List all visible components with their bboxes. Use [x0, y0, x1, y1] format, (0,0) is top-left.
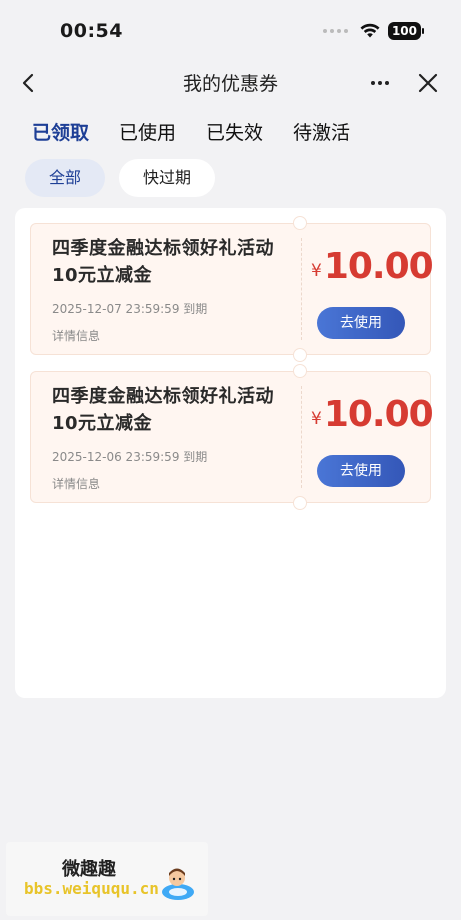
coupon-amount: ¥10.00: [311, 246, 434, 287]
currency-symbol: ¥: [311, 261, 322, 281]
coupon-title: 四季度金融达标领好礼活动10元立减金: [52, 386, 274, 434]
tab-used[interactable]: 已使用: [119, 118, 176, 145]
amount-value: 10.00: [323, 246, 434, 287]
use-coupon-button[interactable]: 去使用: [317, 455, 405, 487]
tab-received[interactable]: 已领取: [32, 118, 89, 145]
watermark-title: 微趣趣: [62, 859, 116, 880]
close-button[interactable]: [413, 68, 443, 98]
status-icons: 100: [322, 22, 425, 40]
signal-icon: [322, 29, 348, 33]
coupon-title: 四季度金融达标领好礼活动10元立减金: [52, 238, 274, 286]
status-time: 00:54: [60, 20, 123, 42]
filter-expiring-soon[interactable]: 快过期: [119, 159, 216, 197]
coupon-detail-link[interactable]: 详情信息: [52, 475, 100, 492]
coupon-divider: [301, 386, 302, 488]
coupon-card: 四季度金融达标领好礼活动10元立减金 2025-12-06 23:59:59 到…: [30, 364, 434, 510]
coupon-list: 四季度金融达标领好礼活动10元立减金 2025-12-07 23:59:59 到…: [15, 208, 446, 698]
more-button[interactable]: [365, 68, 395, 98]
filter-bar: 全部 快过期: [25, 159, 216, 197]
wifi-icon: [360, 23, 380, 38]
tab-pending-activation[interactable]: 待激活: [293, 118, 350, 145]
battery-icon: 100: [387, 22, 425, 40]
use-coupon-button[interactable]: 去使用: [317, 307, 405, 339]
coupon-tabs: 已领取 已使用 已失效 待激活: [32, 118, 350, 145]
nav-bar: 我的优惠券: [0, 62, 461, 104]
watermark: 微趣趣 bbs.weiququ.cn: [6, 842, 208, 916]
currency-symbol: ¥: [311, 409, 322, 429]
coupon-card: 四季度金融达标领好礼活动10元立减金 2025-12-07 23:59:59 到…: [30, 216, 434, 362]
coupon-amount: ¥10.00: [311, 394, 434, 435]
filter-all[interactable]: 全部: [25, 159, 106, 197]
more-dots-icon: [371, 81, 389, 85]
coupon-expiry: 2025-12-06 23:59:59 到期: [52, 450, 208, 464]
watermark-url: bbs.weiququ.cn: [24, 879, 159, 898]
close-icon: [418, 73, 438, 93]
coupon-divider: [301, 238, 302, 340]
amount-value: 10.00: [323, 394, 434, 435]
tab-expired[interactable]: 已失效: [206, 118, 263, 145]
mascot-icon: [162, 868, 194, 900]
coupon-expiry: 2025-12-07 23:59:59 到期: [52, 302, 208, 316]
coupon-detail-link[interactable]: 详情信息: [52, 327, 100, 344]
status-bar: 00:54 100: [0, 0, 461, 62]
